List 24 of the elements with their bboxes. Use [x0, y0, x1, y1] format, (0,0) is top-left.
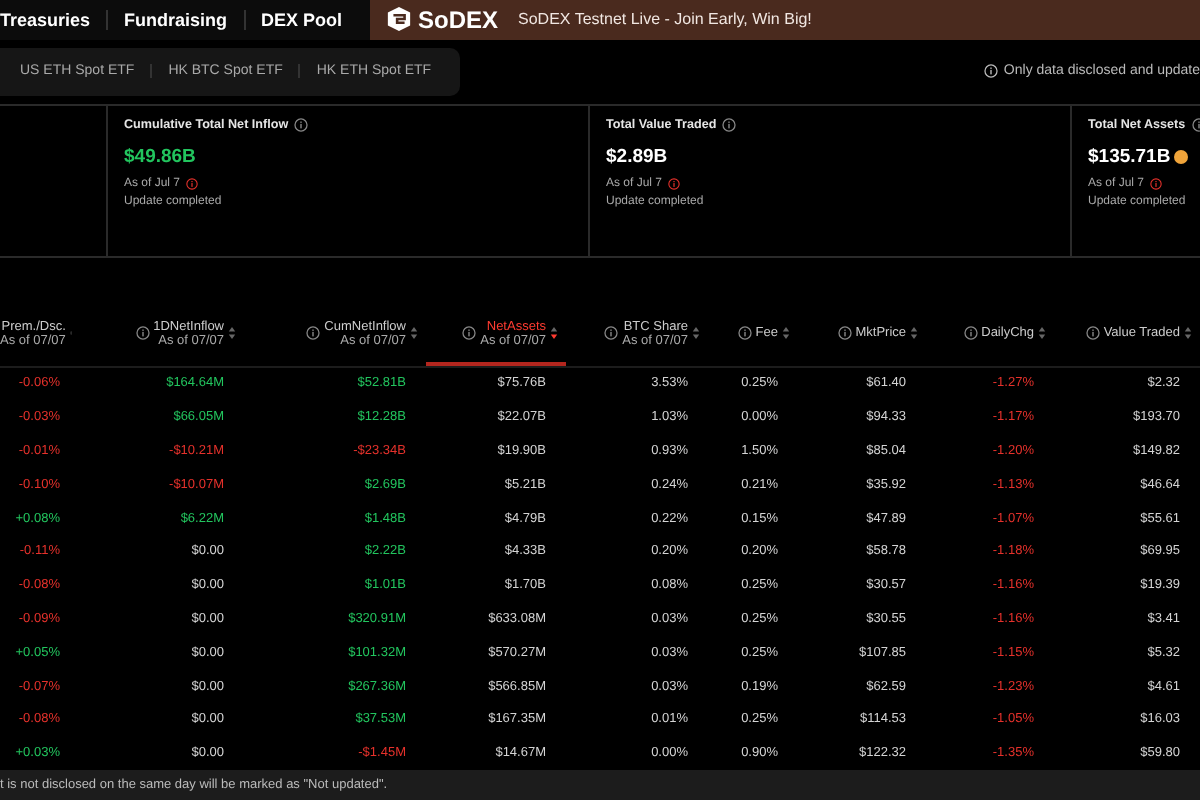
sort-icon[interactable] — [782, 326, 790, 340]
banner-message: SoDEX Testnet Live - Join Early, Win Big! — [518, 10, 812, 29]
info-icon — [668, 177, 681, 190]
nav-link[interactable]: Fundraising — [106, 9, 244, 30]
promo-banner[interactable]: SoDEX SoDEX Testnet Live - Join Early, Win Big! — [370, 0, 1200, 40]
info-icon — [294, 117, 309, 132]
info-icon — [722, 117, 737, 132]
stat-value: $135.71B — [1088, 145, 1171, 168]
stat-value: $49.86B — [124, 145, 196, 168]
sort-icon[interactable] — [410, 326, 418, 340]
info-icon — [983, 64, 998, 79]
sort-icon[interactable] — [910, 326, 918, 340]
info-icon — [186, 177, 199, 190]
sort-icon[interactable] — [228, 326, 236, 340]
info-icon — [1150, 177, 1163, 190]
nav-link[interactable]: Treasuries — [0, 9, 107, 30]
stat-value: $2.89B — [606, 145, 668, 168]
brand-logo-text: SoDEX — [418, 5, 499, 34]
sort-icon[interactable] — [550, 326, 558, 340]
sort-icon[interactable] — [1184, 326, 1192, 340]
sort-icon[interactable] — [692, 326, 700, 340]
sort-icon[interactable] — [1038, 326, 1046, 340]
cube-logo-icon — [386, 6, 412, 33]
nav-link[interactable]: DEX Pool — [243, 9, 359, 30]
